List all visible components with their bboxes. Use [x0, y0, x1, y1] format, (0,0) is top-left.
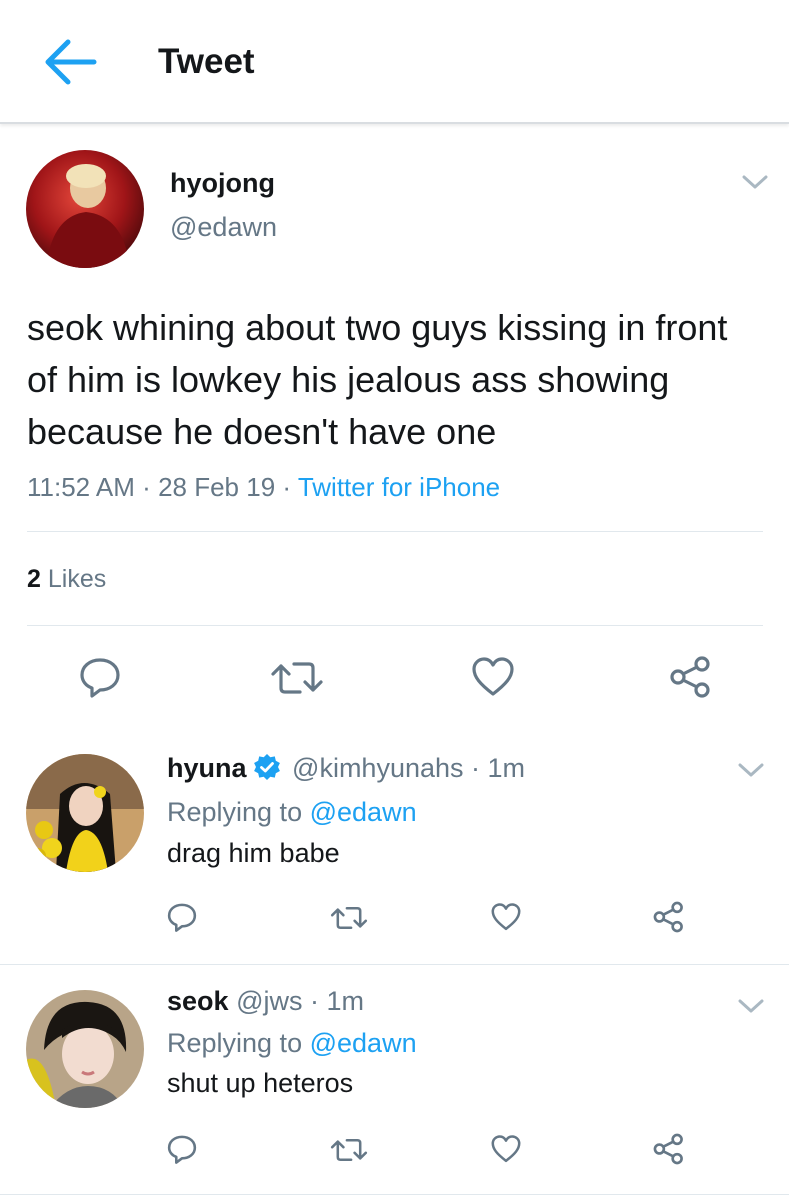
- reply-header: seok @jws · 1m: [167, 986, 364, 1017]
- tweet-time: 11:52 AM: [27, 472, 135, 502]
- reply-icon[interactable]: [166, 1134, 198, 1169]
- reply-text: shut up heteros: [167, 1068, 354, 1098]
- reply-age: 1m: [487, 753, 526, 783]
- retweet-icon[interactable]: [330, 904, 368, 937]
- like-count-number: 2: [27, 565, 41, 593]
- replying-to-link[interactable]: @edawn: [310, 1028, 417, 1058]
- replying-prefix: Replying to: [167, 797, 303, 827]
- tweet-source[interactable]: Twitter for iPhone: [298, 472, 500, 502]
- divider: [0, 1194, 789, 1195]
- meta-separator: ·: [282, 472, 298, 502]
- replying-to-link[interactable]: @edawn: [310, 797, 417, 827]
- tweet-meta: 11:52 AM · 28 Feb 19 · Twitter for iPhon…: [27, 472, 500, 503]
- heart-icon[interactable]: [490, 1134, 522, 1169]
- heart-icon[interactable]: [490, 902, 522, 937]
- reply-age: 1m: [326, 986, 364, 1016]
- meta-separator: ·: [463, 753, 488, 783]
- verified-badge-icon: [253, 753, 281, 788]
- top-bar: Tweet: [0, 0, 789, 124]
- chevron-down-icon[interactable]: [736, 760, 766, 780]
- avatar[interactable]: [26, 150, 144, 268]
- author-handle[interactable]: @kimhyunahs: [292, 753, 463, 783]
- reply-text: drag him babe: [167, 838, 340, 868]
- back-arrow-icon[interactable]: [40, 36, 100, 88]
- retweet-icon[interactable]: [270, 658, 324, 703]
- author-name[interactable]: seok: [167, 986, 229, 1016]
- replying-prefix: Replying to: [167, 1028, 303, 1058]
- tweet-date: 28 Feb 19: [158, 472, 276, 502]
- reply-icon[interactable]: [78, 656, 122, 703]
- retweet-icon[interactable]: [330, 1136, 368, 1169]
- page-title: Tweet: [158, 42, 255, 81]
- chevron-down-icon[interactable]: [740, 172, 770, 192]
- share-icon[interactable]: [668, 654, 714, 705]
- author-handle[interactable]: @edawn: [170, 212, 277, 243]
- replying-to: Replying to @edawn: [167, 1028, 417, 1059]
- meta-separator: ·: [302, 986, 327, 1016]
- avatar[interactable]: [26, 754, 144, 872]
- tweet-text: seok whining about two guys kissing in f…: [27, 307, 728, 452]
- share-icon[interactable]: [652, 1132, 686, 1171]
- likes-count[interactable]: 2 Likes: [27, 565, 106, 594]
- like-count-label: Likes: [47, 565, 107, 593]
- divider: [27, 531, 763, 532]
- author-name[interactable]: hyuna: [167, 753, 247, 783]
- author-handle[interactable]: @jws: [236, 986, 302, 1016]
- meta-separator: ·: [142, 472, 159, 502]
- divider: [0, 964, 789, 965]
- replying-to: Replying to @edawn: [167, 797, 417, 828]
- divider: [27, 625, 763, 626]
- reply-header: hyuna @kimhyunahs · 1m: [167, 753, 525, 788]
- reply-icon[interactable]: [166, 902, 198, 937]
- heart-icon[interactable]: [470, 656, 516, 703]
- author-name[interactable]: hyojong: [170, 168, 275, 199]
- chevron-down-icon[interactable]: [736, 996, 766, 1016]
- share-icon[interactable]: [652, 900, 686, 939]
- avatar[interactable]: [26, 990, 144, 1108]
